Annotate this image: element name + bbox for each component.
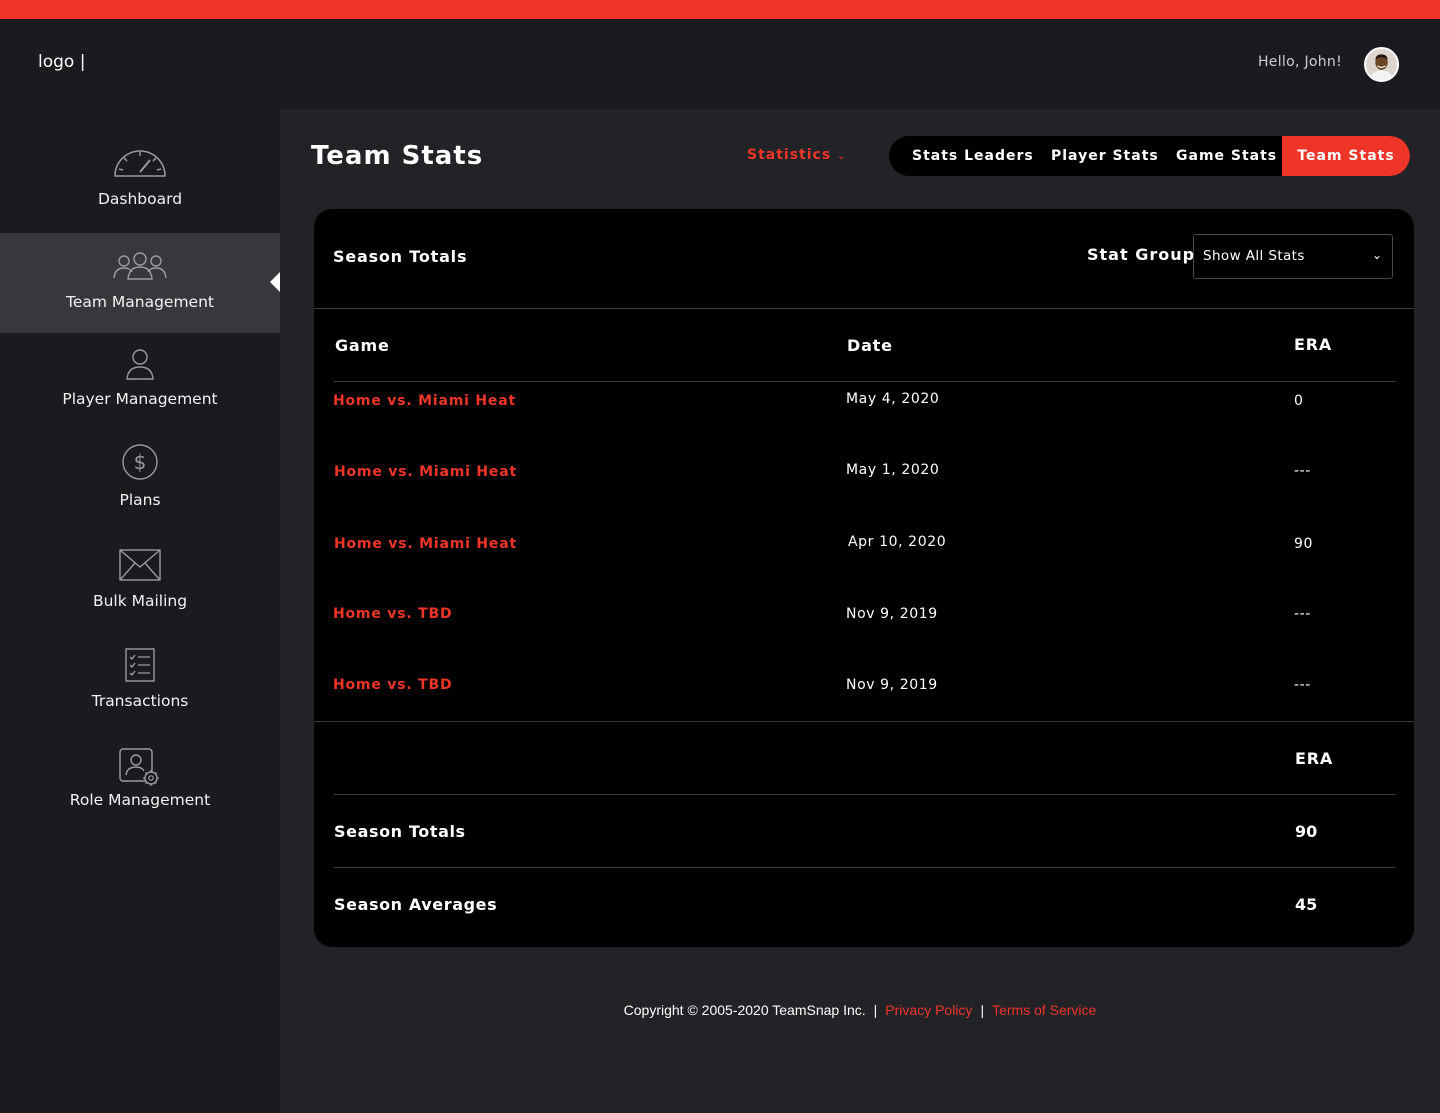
svg-text:$: $ [134,450,147,474]
person-icon [126,349,154,380]
game-era: --- [1294,463,1311,479]
statistics-dropdown-label: Statistics [747,147,832,163]
page-title: Team Stats [311,141,484,171]
chevron-down-icon: ⌄ [1371,248,1382,262]
tab-team-stats[interactable]: Team Stats [1282,136,1410,176]
stat-group-label: Stat Group [1087,245,1196,264]
game-era: --- [1294,606,1311,622]
tab-stats-leaders[interactable]: Stats Leaders [912,136,1034,176]
column-header-era: ERA [1294,335,1333,354]
top-accent-bar [0,0,1440,19]
divider [314,721,1414,722]
game-link[interactable]: Home vs. TBD [333,677,452,693]
sidebar-item-label: Bulk Mailing [92,592,188,610]
divider [334,867,1396,868]
tab-player-stats[interactable]: Player Stats [1051,136,1159,176]
game-date: Apr 10, 2020 [848,534,947,550]
column-header-game: Game [335,336,390,355]
sidebar-item-label: Plans [119,491,161,509]
divider [334,794,1396,795]
sidebar-item-player-management[interactable]: Player Management [0,337,280,437]
sidebar-item-label: Team Management [66,293,214,311]
game-link[interactable]: Home vs. Miami Heat [334,464,517,480]
footer-separator: | [980,1002,985,1018]
chevron-down-icon: ⌄ [837,151,847,162]
card-title: Season Totals [333,247,468,266]
avatar-image-icon [1366,49,1397,80]
season-totals-label: Season Totals [334,822,466,841]
sidebar-item-bulk-mailing[interactable]: Bulk Mailing [0,539,280,639]
statistics-dropdown[interactable]: Statistics ⌄ [747,147,847,163]
user-settings-icon [119,748,159,786]
game-date: May 1, 2020 [846,462,940,478]
footer-separator: | [873,1002,878,1018]
game-date: Nov 9, 2019 [846,677,938,693]
tab-game-stats[interactable]: Game Stats [1176,136,1277,176]
active-indicator [270,272,280,292]
season-totals-value: 90 [1295,822,1318,841]
checklist-icon [125,648,155,682]
stats-tabs: Stats Leaders Player Stats Game Stats Te… [889,136,1410,176]
season-averages-value: 45 [1295,895,1318,914]
sidebar-item-role-management[interactable]: Role Management [0,739,280,839]
privacy-policy-link[interactable]: Privacy Policy [885,1002,972,1018]
game-link[interactable]: Home vs. Miami Heat [333,393,516,409]
sidebar-item-transactions[interactable]: Transactions [0,639,280,739]
envelope-icon [119,549,161,581]
sidebar-item-label: Dashboard [97,190,183,208]
game-link[interactable]: Home vs. Miami Heat [334,536,517,552]
logo[interactable]: logo | [38,52,85,72]
sidebar-item-label: Player Management [62,390,218,408]
game-date: Nov 9, 2019 [846,606,938,622]
sidebar-item-team-management[interactable]: Team Management [0,233,280,333]
avatar[interactable] [1364,47,1399,82]
speedometer-icon [114,150,166,177]
footer: Copyright © 2005-2020 TeamSnap Inc. | Priv… [280,1002,1440,1018]
season-totals-card: Season Totals Stat Group Show All Stats … [314,209,1414,947]
divider [314,308,1414,309]
team-icon [113,252,167,280]
sidebar-item-plans[interactable]: $ Plans [0,439,280,539]
game-era: 0 [1294,393,1304,409]
greeting-text: Hello, John! [1257,54,1342,70]
game-era: --- [1294,677,1311,693]
stat-group-select[interactable]: Show All Stats ⌄ [1193,234,1393,279]
terms-of-service-link[interactable]: Terms of Service [992,1002,1096,1018]
sidebar-item-label: Transactions [91,692,189,710]
game-link[interactable]: Home vs. TBD [333,606,452,622]
stat-group-select-value: Show All Stats [1203,248,1305,264]
column-header-date: Date [847,336,893,355]
summary-header-era: ERA [1295,749,1334,768]
main-content: Team Stats Statistics ⌄ Stats Leaders Pla… [280,109,1440,1113]
dollar-icon: $ [122,444,158,480]
game-date: May 4, 2020 [846,391,940,407]
sidebar-item-dashboard[interactable]: Dashboard [0,109,280,209]
sidebar-item-label: Role Management [69,791,211,809]
divider [334,381,1396,382]
season-averages-label: Season Averages [334,895,498,914]
copyright-text: Copyright © 2005-2020 TeamSnap Inc. [623,1002,866,1018]
app-header: logo | Hello, John! [0,19,1440,109]
sidebar: Dashboard Team Management Player Managem… [0,109,280,1113]
game-era: 90 [1294,536,1314,552]
